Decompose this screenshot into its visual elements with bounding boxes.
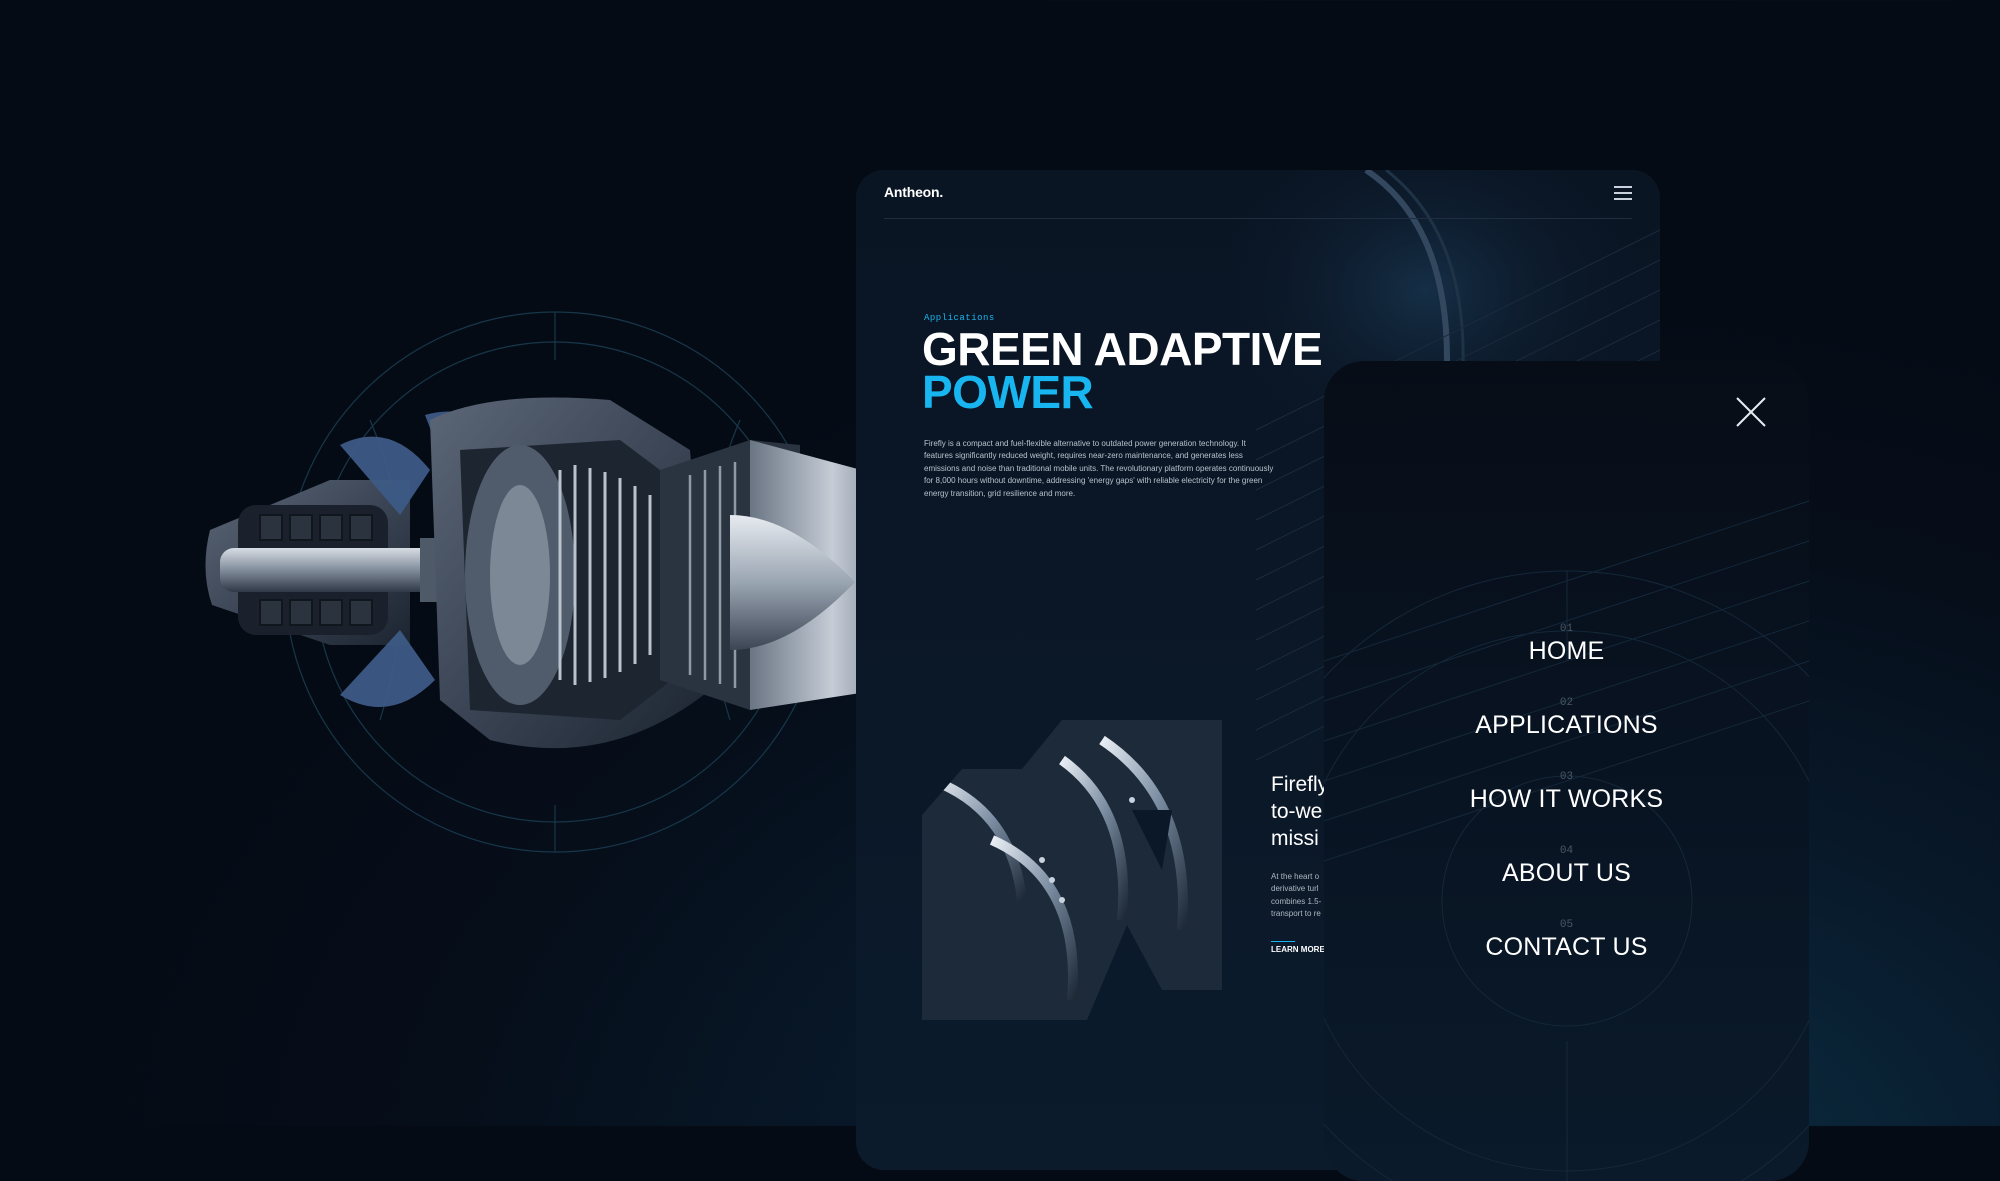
menu-item-label: HOW IT WORKS (1469, 785, 1664, 813)
hero-title-line-2: POWER (922, 366, 1094, 418)
feature-body-line: derivative turl (1271, 884, 1319, 894)
menu-item-label: HOME (1528, 637, 1605, 665)
turbine-blades-collage (922, 720, 1222, 1020)
menu-item-label: ABOUT US (1502, 859, 1631, 887)
page: { "desktop": { "brand": "Antheon.", "men… (0, 0, 2000, 1181)
menu-item-number: 03 (1559, 771, 1574, 783)
learn-more-link[interactable]: LEARN MORE (1271, 945, 1331, 954)
feature-body-line: At the heart o (1271, 872, 1320, 881)
menu-item-number: 05 (1559, 919, 1574, 931)
menu-item-number: 04 (1559, 845, 1574, 857)
brand-logo[interactable]: Antheon. (884, 184, 943, 200)
hero-description: Firefly is a compact and fuel-flexible a… (924, 439, 1274, 498)
menu-item-how-it-works[interactable]: 03 HOW IT WORKS (1324, 771, 1809, 814)
turbine-engine-illustration (190, 300, 930, 860)
menu-item-number: 02 (1559, 697, 1574, 709)
learn-more-underline (1271, 941, 1295, 942)
menu-item-label: CONTACT US (1485, 933, 1648, 961)
menu-item-about-us[interactable]: 04 ABOUT US (1324, 845, 1809, 888)
hero-title-line-1: GREEN ADAPTIVE (922, 323, 1323, 375)
hamburger-icon[interactable] (1614, 186, 1632, 200)
mobile-menu-preview: 01 HOME 02 APPLICATIONS 03 HOW IT WORKS … (1324, 361, 1809, 1181)
section-eyebrow: Applications (924, 313, 995, 323)
menu-item-home[interactable]: 01 HOME (1324, 623, 1809, 666)
feature-body-line: transport to re (1271, 909, 1321, 919)
feature-body-line: combines 1.5- (1271, 896, 1322, 906)
menu-item-contact-us[interactable]: 05 CONTACT US (1324, 919, 1809, 962)
hero-title: GREEN ADAPTIVE POWER (922, 323, 1323, 418)
feature-description: At the heart o derivative turl combines … (1271, 871, 1331, 921)
top-nav: Antheon. (884, 170, 1632, 219)
close-icon[interactable] (1736, 397, 1766, 427)
menu-item-number: 01 (1559, 623, 1574, 635)
menu-item-label: APPLICATIONS (1475, 711, 1658, 739)
menu-item-applications[interactable]: 02 APPLICATIONS (1324, 697, 1809, 740)
